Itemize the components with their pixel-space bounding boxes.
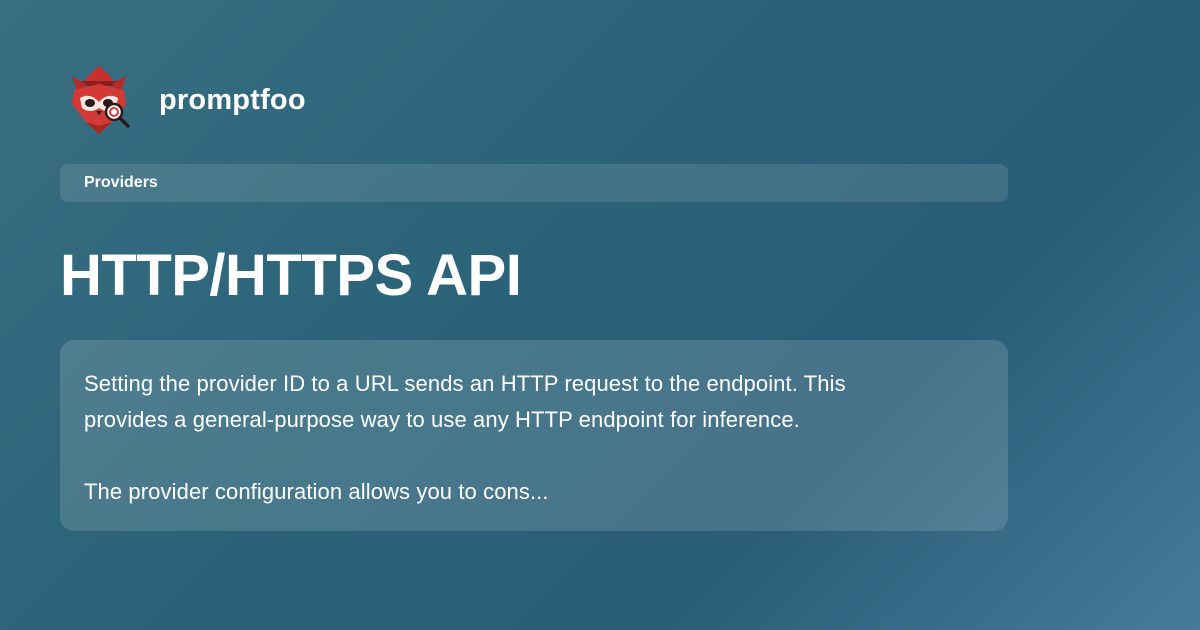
description-line-1: Setting the provider ID to a URL sends a…: [84, 371, 846, 396]
description-paragraph: Setting the provider ID to a URL sends a…: [84, 366, 984, 438]
description-line-2: provides a general-purpose way to use an…: [84, 407, 800, 432]
brand-name[interactable]: promptfoo: [159, 84, 306, 117]
breadcrumb: Providers: [60, 164, 1008, 202]
breadcrumb-item-providers[interactable]: Providers: [84, 174, 158, 192]
page-title: HTTP/HTTPS API: [60, 243, 522, 308]
description-line-3: The provider configuration allows you to…: [84, 479, 549, 504]
description-card: Setting the provider ID to a URL sends a…: [60, 340, 1008, 531]
red-panda-detective-icon[interactable]: [66, 64, 132, 136]
description-paragraph-2: The provider configuration allows you to…: [84, 474, 984, 510]
site-header: promptfoo: [66, 64, 306, 136]
